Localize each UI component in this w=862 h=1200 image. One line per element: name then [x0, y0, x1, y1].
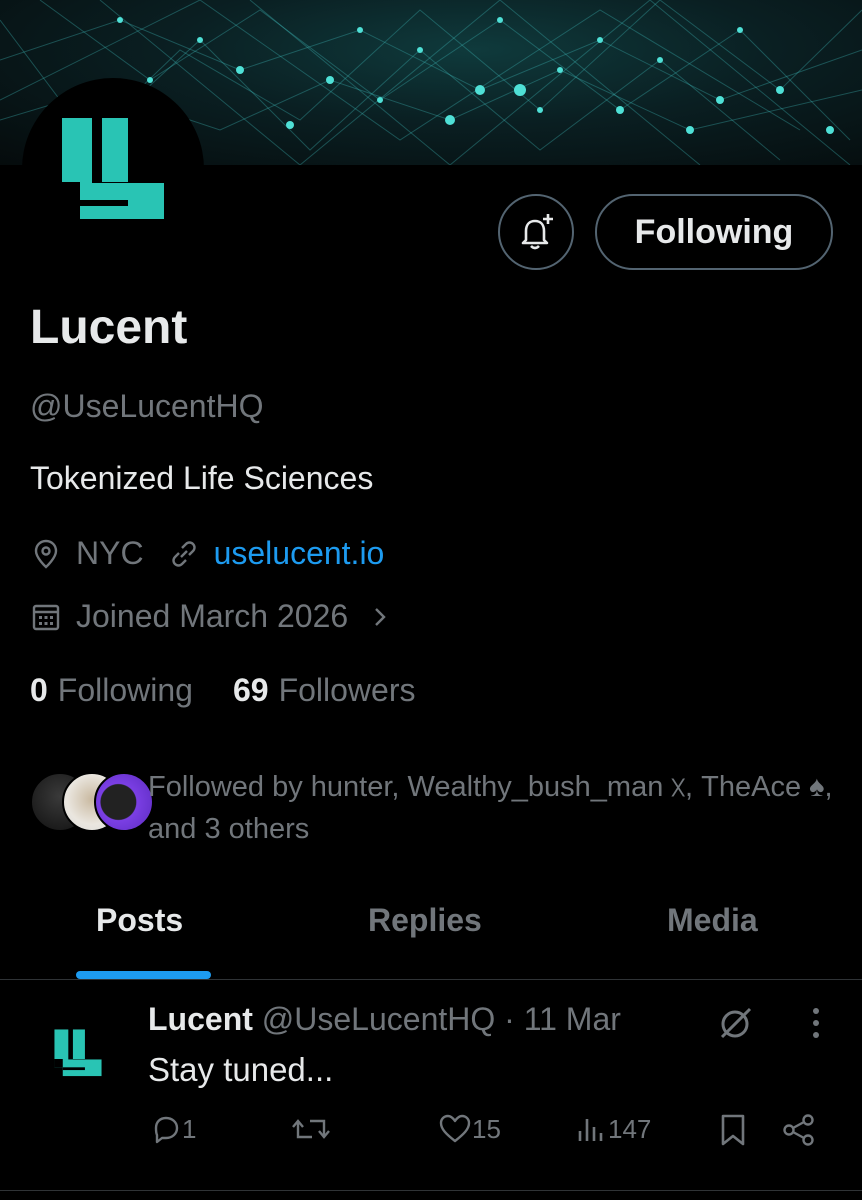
followers-label: Followers	[278, 672, 416, 708]
bookmark-button[interactable]	[718, 1113, 748, 1147]
tab-posts[interactable]: Posts	[96, 902, 183, 939]
heart-icon	[439, 1114, 471, 1143]
profile-location: NYC	[76, 535, 144, 571]
views-button[interactable]: 147	[576, 1113, 651, 1145]
post-header: Lucent @UseLucentHQ · 11 Mar	[148, 1001, 621, 1038]
profile-meta-location-row: NYC uselucent.io	[30, 535, 384, 572]
share-button[interactable]	[782, 1113, 816, 1147]
following-button[interactable]: Following	[595, 194, 833, 270]
grok-icon[interactable]	[716, 1003, 756, 1043]
tab-replies[interactable]: Replies	[368, 902, 482, 939]
active-tab-indicator	[76, 971, 211, 979]
lucent-logo-icon	[62, 118, 164, 219]
profile-website-link[interactable]: uselucent.io	[214, 535, 385, 572]
profile-joined-date: Joined March 2026	[76, 598, 349, 634]
repost-icon	[292, 1119, 330, 1139]
like-count: 15	[472, 1113, 501, 1144]
profile-joined-row[interactable]: Joined March 2026	[30, 598, 394, 635]
views-chart-icon	[578, 1119, 603, 1141]
chevron-right-icon	[375, 607, 386, 626]
profile-avatar[interactable]	[22, 78, 204, 260]
post-item[interactable]: Lucent @UseLucentHQ · 11 Mar Stay tuned.…	[0, 981, 862, 1191]
profile-stats: 0 Following 69 Followers	[30, 672, 415, 709]
bell-plus-icon	[521, 214, 553, 250]
notifications-button[interactable]	[498, 194, 574, 270]
more-options-icon[interactable]	[806, 1005, 826, 1041]
profile-handle: @UseLucentHQ	[30, 388, 264, 424]
post-author-handle[interactable]: @UseLucentHQ	[262, 1001, 495, 1037]
repost-button[interactable]	[292, 1113, 330, 1145]
following-count-link[interactable]: 0 Following	[30, 672, 193, 709]
reply-count: 1	[182, 1113, 197, 1144]
profile-bio: Tokenized Life Sciences	[30, 460, 374, 496]
link-icon	[171, 540, 196, 567]
followers-count: 69	[232, 672, 269, 708]
followers-count-link[interactable]: 69 Followers	[233, 672, 416, 709]
reply-button[interactable]: 1	[150, 1113, 196, 1145]
share-icon	[783, 1114, 814, 1146]
following-count: 0	[30, 672, 48, 708]
profile-name: Lucent	[30, 301, 188, 354]
tab-media[interactable]: Media	[667, 902, 758, 939]
post-author-avatar[interactable]	[36, 1011, 120, 1095]
followed-by-avatars[interactable]	[30, 772, 154, 834]
lucent-logo-icon	[54, 1029, 102, 1077]
profile-tabs: Posts Replies Media	[0, 880, 862, 980]
post-date[interactable]: · 11 Mar	[504, 1001, 621, 1037]
avatar	[94, 772, 154, 832]
view-count: 147	[608, 1113, 652, 1144]
post-author-name[interactable]: Lucent	[148, 1001, 253, 1037]
following-label: Following	[57, 672, 193, 708]
calendar-icon	[32, 604, 60, 630]
location-pin-icon	[34, 539, 58, 569]
post-text: Stay tuned...	[148, 1051, 334, 1088]
like-button[interactable]: 15	[438, 1113, 501, 1145]
reply-icon	[154, 1116, 179, 1144]
bookmark-icon	[721, 1114, 745, 1146]
followed-by-text[interactable]: Followed by hunter, Wealthy_bush_man ᳵ, …	[148, 766, 838, 850]
